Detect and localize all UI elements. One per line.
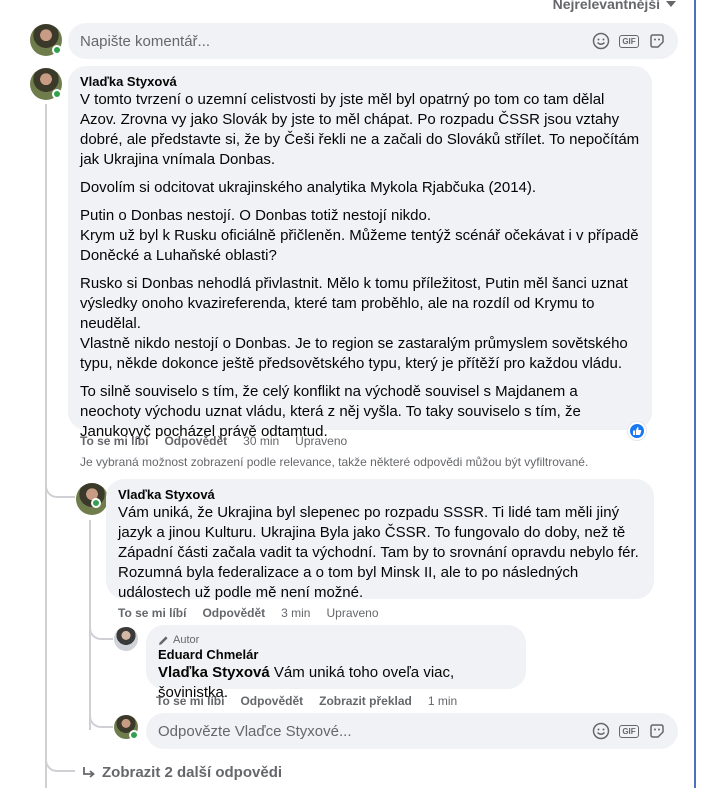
author-badge: Autor (158, 633, 514, 647)
gif-icon[interactable]: GIF (619, 32, 639, 50)
comment-paragraph: V tomto tvrzení o uzemní celistvosti by … (80, 91, 640, 168)
like-button[interactable]: To se mi líbí (156, 694, 224, 708)
show-more-replies[interactable]: Zobrazit 2 další odpovědi (82, 764, 282, 781)
comment-paragraph: Putin o Donbas nestojí. O Donbas totiž n… (80, 207, 639, 264)
comment-text: V tomto tvrzení o uzemní celistvosti by … (80, 90, 640, 442)
reply-button[interactable]: Odpovědět (240, 694, 303, 708)
online-indicator (129, 730, 139, 740)
reply-actions: To se mi líbí Odpovědět 3 min Upraveno (118, 606, 379, 620)
reply-bubble: Vlaďka Styxová Vám uniká, že Ukrajina by… (106, 479, 654, 601)
reply-author[interactable]: Eduard Chmelár (158, 647, 514, 663)
thread-connector (45, 478, 75, 498)
comment-time[interactable]: 30 min (243, 434, 279, 448)
reply-input[interactable] (158, 722, 592, 740)
like-reaction-icon[interactable] (628, 422, 646, 440)
reply-button[interactable]: Odpovědět (202, 606, 265, 620)
emoji-icon[interactable] (592, 32, 610, 50)
comment-paragraph: Rusko si Donbas nehodlá přivlastnit. Měl… (80, 275, 628, 372)
comment-bubble: Vlaďka Styxová V tomto tvrzení o uzemní … (68, 66, 652, 440)
author-avatar[interactable] (114, 627, 138, 651)
mention-link[interactable]: Vlaďka Styxová (158, 664, 270, 681)
author-badge-label: Autor (173, 634, 200, 646)
online-indicator (91, 498, 101, 508)
thread-connector (89, 620, 113, 640)
edited-label: Upraveno (326, 606, 379, 620)
sort-label: Nejrelevantnější (552, 0, 660, 12)
sticker-icon[interactable] (648, 722, 666, 740)
like-button[interactable]: To se mi líbí (118, 606, 186, 620)
window-frame-edge (694, 0, 696, 788)
thread-connector (89, 708, 113, 728)
online-indicator (52, 45, 62, 55)
author-reply-bubble: Autor Eduard Chmelár Vlaďka Styxová Vám … (146, 625, 526, 701)
sticker-icon[interactable] (648, 32, 666, 50)
thread-line (45, 104, 47, 788)
comment-input-bar: GIF (68, 23, 678, 59)
reply-arrow-icon (83, 766, 95, 778)
reply-time[interactable]: 3 min (281, 606, 310, 620)
reply-text: Vám uniká, že Ukrajina byl slepenec po r… (118, 504, 639, 601)
comment-paragraph: To silně souviselo s tím, že celý konfli… (80, 383, 581, 440)
online-indicator (52, 89, 62, 99)
reply-button[interactable]: Odpovědět (164, 434, 227, 448)
sort-dropdown[interactable]: Nejrelevantnější (553, 0, 676, 12)
filter-note: Je vybraná možnost zobrazení podle relev… (80, 455, 589, 469)
comment-actions: To se mi líbí Odpovědět 30 min Upraveno (80, 434, 347, 448)
reply-author[interactable]: Vlaďka Styxová (118, 487, 642, 503)
gif-icon[interactable]: GIF (619, 722, 639, 740)
comment-author[interactable]: Vlaďka Styxová (80, 74, 640, 90)
reply-input-bar: GIF (146, 713, 678, 749)
comment-input[interactable] (80, 32, 592, 50)
comment-paragraph: Dovolím si odcitovat ukrajinského analyt… (80, 179, 537, 196)
reply-actions: To se mi líbí Odpovědět Zobrazit překlad… (156, 694, 457, 708)
caret-down-icon (666, 1, 676, 7)
thread-connector (45, 752, 75, 772)
pencil-icon (159, 635, 168, 645)
emoji-icon[interactable] (592, 722, 610, 740)
show-more-replies-label: Zobrazit 2 další odpovědi (102, 764, 283, 781)
edited-label: Upraveno (295, 434, 348, 448)
like-button[interactable]: To se mi líbí (80, 434, 148, 448)
translate-button[interactable]: Zobrazit překlad (319, 694, 412, 708)
reply-time[interactable]: 1 min (428, 694, 457, 708)
